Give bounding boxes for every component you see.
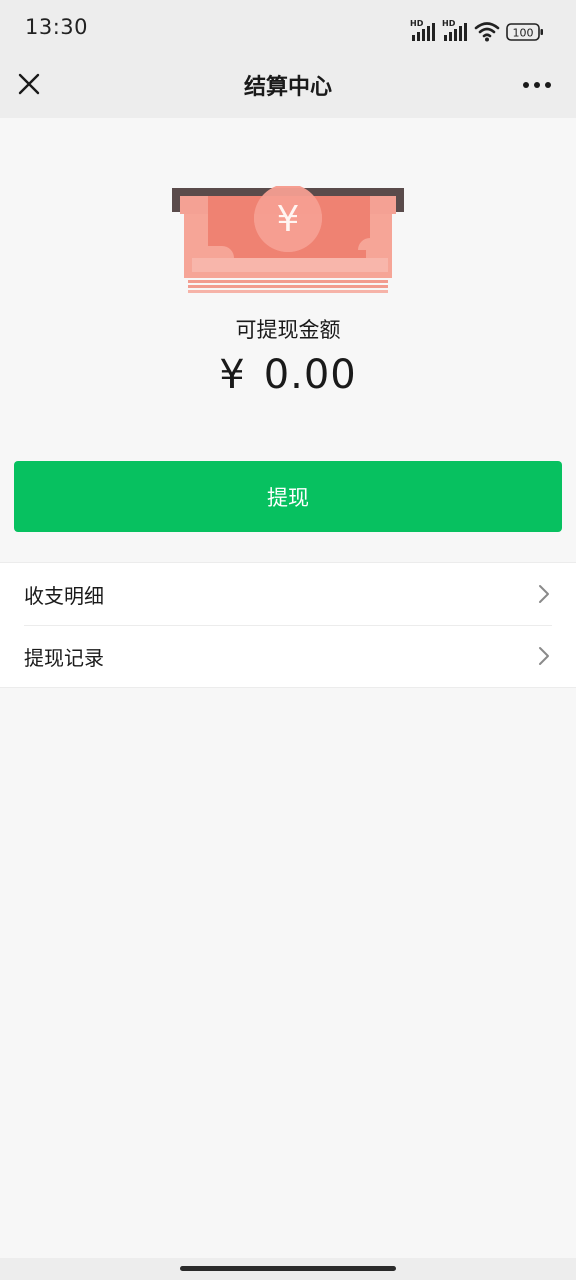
battery-level: 100	[513, 27, 534, 40]
balance-amount: ¥0.00	[0, 352, 576, 398]
signal-hd-label-2: HD	[442, 19, 456, 28]
home-indicator[interactable]	[180, 1266, 396, 1271]
page-title: 结算中心	[243, 75, 332, 100]
menu-list: 收支明细 提现记录	[0, 562, 576, 688]
balance-value: 0.00	[263, 352, 357, 398]
status-time: 13:30	[25, 15, 89, 39]
cellular-signal-icon-2: HD	[442, 19, 467, 41]
more-dots-icon[interactable]	[522, 80, 552, 90]
yen-symbol: ¥	[277, 199, 300, 240]
menu-item-withdraw-records[interactable]: 提现记录	[0, 625, 576, 687]
currency-symbol: ¥	[219, 352, 246, 398]
chevron-right-icon	[539, 647, 549, 665]
balance-label: 可提现金额	[235, 318, 341, 342]
status-icons: HD HD 100	[410, 14, 544, 42]
menu-item-label: 收支明细	[24, 583, 104, 608]
signal-hd-label: HD	[410, 19, 424, 28]
status-bar: 13:30 HD HD 100	[0, 0, 576, 56]
withdraw-button[interactable]: 提现	[14, 461, 562, 532]
battery-icon: 100	[506, 23, 543, 41]
home-indicator-area	[0, 1258, 576, 1280]
cellular-signal-icon: HD	[410, 19, 435, 41]
chevron-right-icon	[539, 585, 549, 603]
menu-item-label: 提现记录	[24, 645, 104, 670]
wifi-icon	[474, 22, 500, 42]
nav-bar: 结算中心	[0, 56, 576, 118]
cash-withdraw-illustration: ¥	[172, 186, 404, 293]
menu-item-income-expense-details[interactable]: 收支明细	[0, 563, 576, 625]
